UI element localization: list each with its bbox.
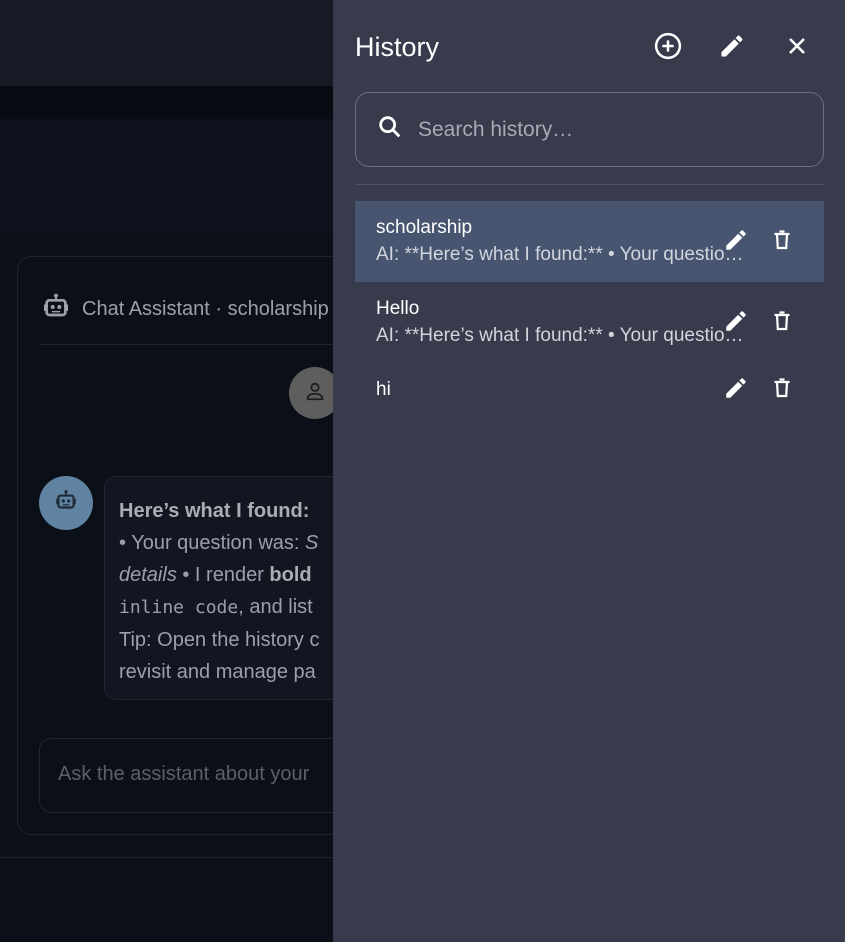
drawer-divider <box>355 184 824 185</box>
person-icon <box>304 380 326 407</box>
history-item-title: scholarship <box>376 217 473 238</box>
trash-icon <box>770 376 794 405</box>
chat-title: Chat Assistant · scholarship <box>82 298 329 320</box>
close-drawer-button[interactable] <box>779 30 815 66</box>
history-item-preview: AI: **Here’s what I found:** • Your ques… <box>376 244 751 265</box>
history-drawer: History Search history… scholarship AI: … <box>333 0 845 942</box>
close-icon <box>785 34 809 63</box>
delete-button[interactable] <box>765 225 799 259</box>
message-heading: Here’s what I found: <box>119 500 310 522</box>
rename-button[interactable] <box>719 373 753 407</box>
robot-icon <box>40 291 72 328</box>
message-italic: S <box>305 532 319 554</box>
search-input[interactable] <box>418 117 798 142</box>
robot-icon <box>53 488 79 519</box>
history-item-title: Hello <box>376 298 420 319</box>
message-code: inline code <box>119 597 239 618</box>
rename-button[interactable] <box>719 306 753 340</box>
history-item[interactable]: hi <box>355 363 824 417</box>
add-circle-icon <box>653 31 683 66</box>
assistant-avatar <box>39 476 93 530</box>
history-item[interactable]: scholarship AI: **Here’s what I found:**… <box>355 201 824 282</box>
chat-header: Chat Assistant · scholarship <box>40 291 329 328</box>
history-item-title: hi <box>376 379 391 400</box>
trash-icon <box>770 228 794 257</box>
drawer-title: History <box>355 32 440 62</box>
delete-button[interactable] <box>765 373 799 407</box>
rename-button[interactable] <box>719 225 753 259</box>
history-item-preview: AI: **Here’s what I found:** • Your ques… <box>376 325 751 346</box>
message-italic: details <box>119 564 177 586</box>
message-bold: bold <box>269 564 312 586</box>
delete-button[interactable] <box>765 306 799 340</box>
edit-mode-button[interactable] <box>714 30 750 66</box>
message-text: • Your question was: <box>119 532 306 554</box>
search-icon <box>376 113 404 146</box>
trash-icon <box>770 309 794 338</box>
new-chat-button[interactable] <box>650 30 686 66</box>
pencil-icon <box>723 375 749 406</box>
history-item[interactable]: Hello AI: **Here’s what I found:** • You… <box>355 282 824 363</box>
pencil-icon <box>718 32 746 65</box>
history-search[interactable] <box>355 92 824 167</box>
message-text: • I render <box>176 564 270 586</box>
message-text: , and list <box>238 596 313 618</box>
pencil-icon <box>723 308 749 339</box>
pencil-icon <box>723 227 749 258</box>
